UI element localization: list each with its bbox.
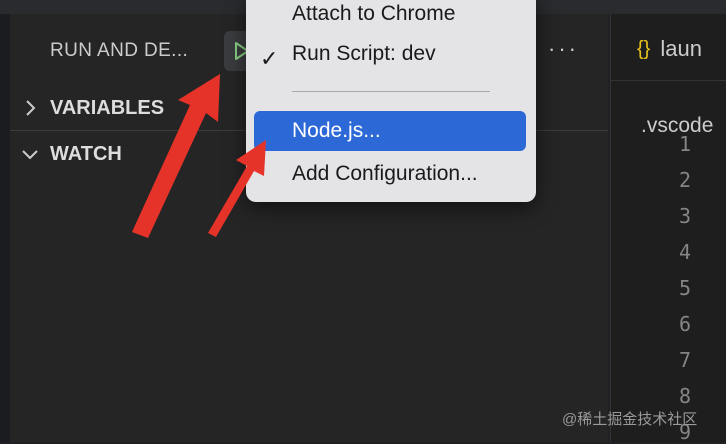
tab-label: laun: [660, 36, 702, 61]
line-number: 7: [678, 348, 691, 372]
section-label: VARIABLES: [50, 96, 165, 119]
line-number: 1: [678, 132, 691, 156]
line-number: 6: [678, 312, 691, 336]
checkmark-icon: ✓: [260, 46, 279, 71]
tab-divider: [611, 80, 726, 81]
sidebar-title: RUN AND DE...: [50, 40, 189, 61]
menu-separator: [292, 91, 490, 92]
chevron-right-icon: [10, 99, 50, 117]
launch-configuration-menu: Attach to Chrome ✓ Run Script: dev Node.…: [246, 0, 536, 202]
chevron-down-icon: [10, 148, 50, 160]
editor-tab[interactable]: {} laun: [637, 36, 702, 62]
activity-bar: [0, 14, 10, 442]
editor-pane: {} laun .vscode 1 2 3 4 5 6 7 8 9: [610, 14, 726, 444]
line-number: 5: [678, 276, 691, 300]
line-number: 3: [678, 204, 691, 228]
line-number: 2: [678, 168, 691, 192]
menu-item-nodejs[interactable]: Node.js...: [292, 119, 381, 143]
menu-item-run-script-dev[interactable]: Run Script: dev: [292, 42, 436, 66]
menu-item-attach-to-chrome[interactable]: Attach to Chrome: [292, 2, 455, 26]
more-actions-button[interactable]: ···: [548, 36, 579, 62]
braces-icon: {}: [637, 37, 651, 60]
watermark: @稀土掘金技术社区: [562, 411, 698, 428]
menu-item-add-configuration[interactable]: Add Configuration...: [292, 162, 478, 186]
line-number: 8: [678, 384, 691, 408]
line-number: 4: [678, 240, 691, 264]
menu-item-highlight[interactable]: Node.js...: [254, 111, 526, 151]
section-label: WATCH: [50, 142, 122, 165]
